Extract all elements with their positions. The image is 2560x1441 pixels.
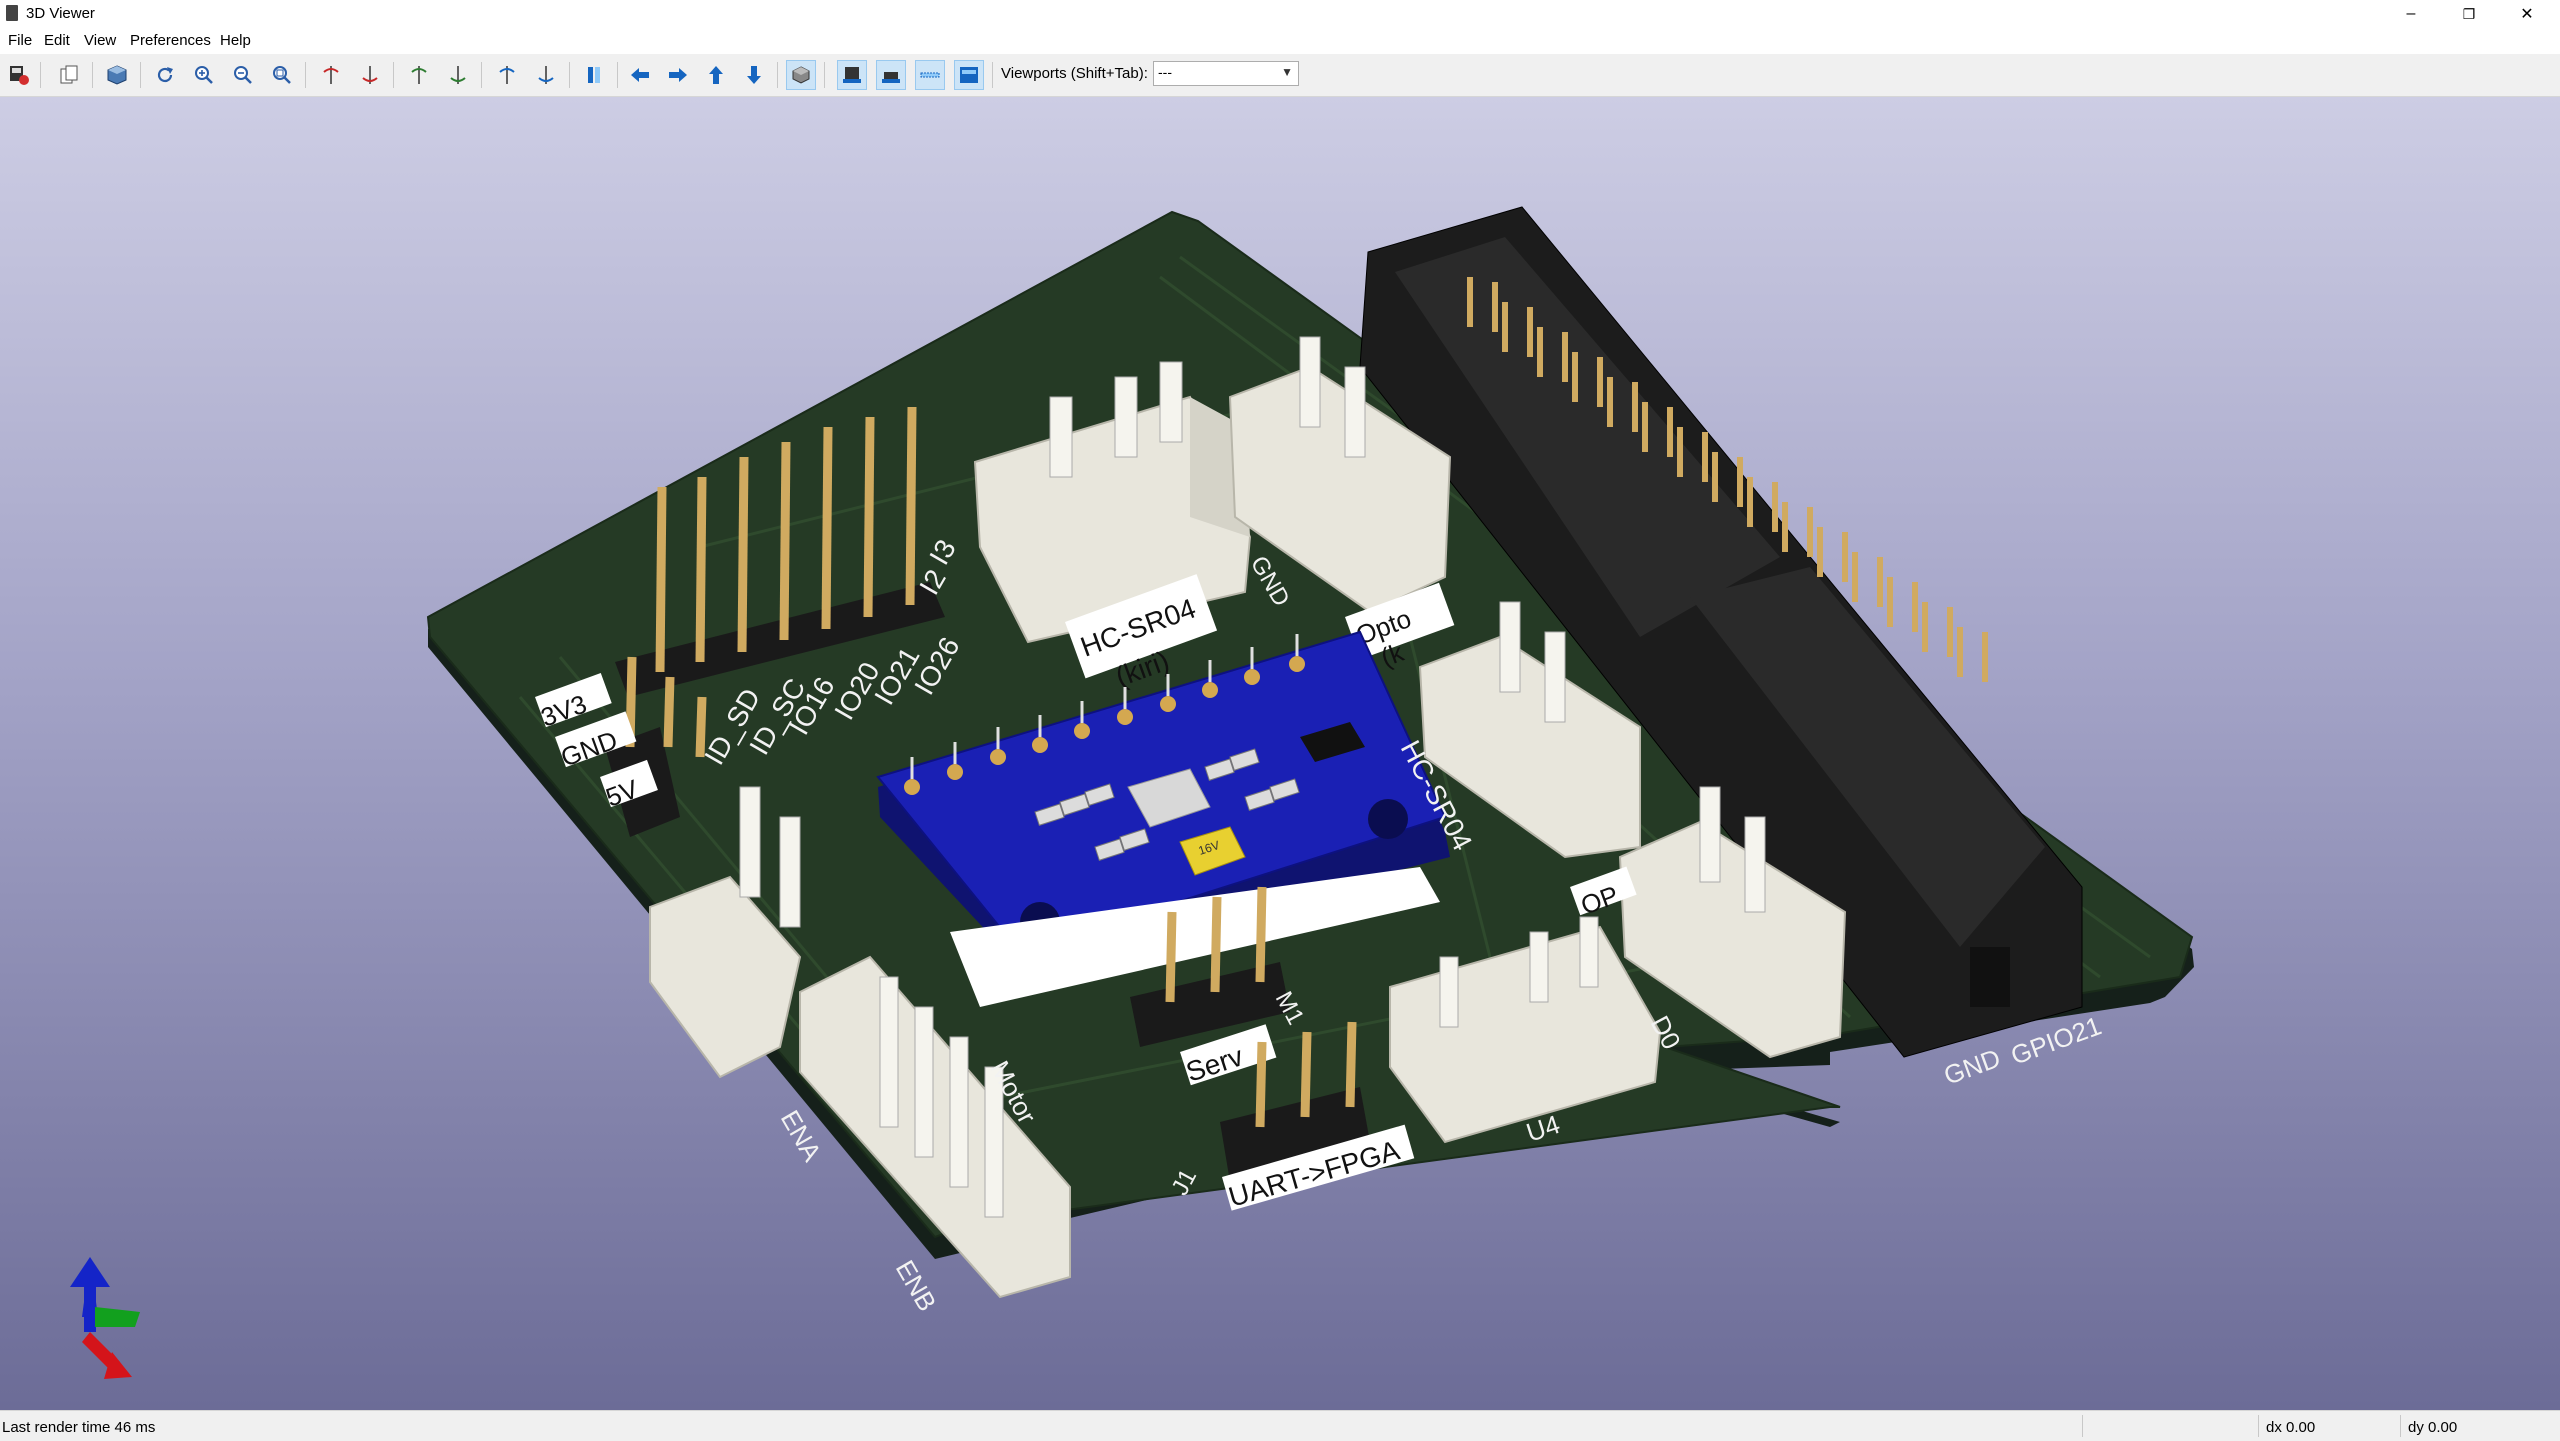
- chevron-down-icon: ▼: [1281, 65, 1293, 79]
- view-side-icon[interactable]: [915, 60, 945, 90]
- view-front-icon[interactable]: [954, 60, 984, 90]
- view-top-icon[interactable]: [837, 60, 867, 90]
- move-right-icon[interactable]: [663, 60, 693, 90]
- rotate-y-ccw-icon[interactable]: [443, 60, 473, 90]
- close-button[interactable]: ✕: [2498, 0, 2556, 28]
- flip-board-icon[interactable]: [579, 60, 609, 90]
- zoom-out-icon[interactable]: [228, 60, 258, 90]
- rotate-x-cw-icon[interactable]: [316, 60, 346, 90]
- module-mount-hole-right: [1368, 799, 1408, 839]
- rotate-x-ccw-icon[interactable]: [355, 60, 385, 90]
- 3d-viewport[interactable]: I2 I3 IO26 IO21 IO20 IO16 ID_SC ID_SD 3V…: [0, 97, 2560, 1410]
- rotate-y-cw-icon[interactable]: [404, 60, 434, 90]
- menu-bar: File Edit View Preferences Help: [0, 28, 2560, 54]
- dy-status: dy 0.00: [2408, 1419, 2458, 1436]
- axis-gizmo: [70, 1257, 140, 1379]
- render-export-icon[interactable]: [4, 60, 34, 90]
- silk-enb: ENB: [890, 1255, 943, 1316]
- idc-key-notch: [1970, 947, 2010, 1007]
- view-bottom-icon[interactable]: [876, 60, 906, 90]
- silk-gnd-gpio: GND: [1940, 1043, 2005, 1091]
- zoom-in-icon[interactable]: [189, 60, 219, 90]
- minimize-button[interactable]: –: [2382, 0, 2440, 28]
- pcb-render: I2 I3 IO26 IO21 IO20 IO16 ID_SC ID_SD 3V…: [70, 206, 2194, 1379]
- window-title: 3D Viewer: [26, 5, 95, 22]
- ortho-toggle-icon[interactable]: [786, 60, 816, 90]
- menu-edit[interactable]: Edit: [44, 32, 70, 49]
- y-axis-arrow: [95, 1307, 140, 1327]
- zoom-fit-icon[interactable]: [267, 60, 297, 90]
- app-icon: [6, 5, 18, 21]
- copy-image-icon[interactable]: [54, 60, 84, 90]
- title-bar: 3D Viewer – ❐ ✕: [0, 0, 2560, 28]
- status-bar: Last render time 46 ms dx 0.00 dy 0.00: [0, 1410, 2560, 1441]
- move-up-icon[interactable]: [701, 60, 731, 90]
- dx-status: dx 0.00: [2266, 1419, 2316, 1436]
- move-down-icon[interactable]: [739, 60, 769, 90]
- menu-view[interactable]: View: [84, 32, 116, 49]
- rotate-z-ccw-icon[interactable]: [531, 60, 561, 90]
- viewports-dropdown[interactable]: --- ▼: [1153, 61, 1299, 86]
- raytrace-icon[interactable]: [102, 60, 132, 90]
- render-time-status: Last render time 46 ms: [2, 1419, 156, 1436]
- viewports-selected-value: ---: [1158, 64, 1172, 80]
- reload-icon[interactable]: [150, 60, 180, 90]
- menu-preferences[interactable]: Preferences: [130, 32, 211, 49]
- viewports-label: Viewports (Shift+Tab):: [1001, 65, 1148, 82]
- menu-file[interactable]: File: [8, 32, 32, 49]
- move-left-icon[interactable]: [625, 60, 655, 90]
- maximize-button[interactable]: ❐: [2440, 0, 2498, 28]
- rotate-z-cw-icon[interactable]: [492, 60, 522, 90]
- menu-help[interactable]: Help: [220, 32, 251, 49]
